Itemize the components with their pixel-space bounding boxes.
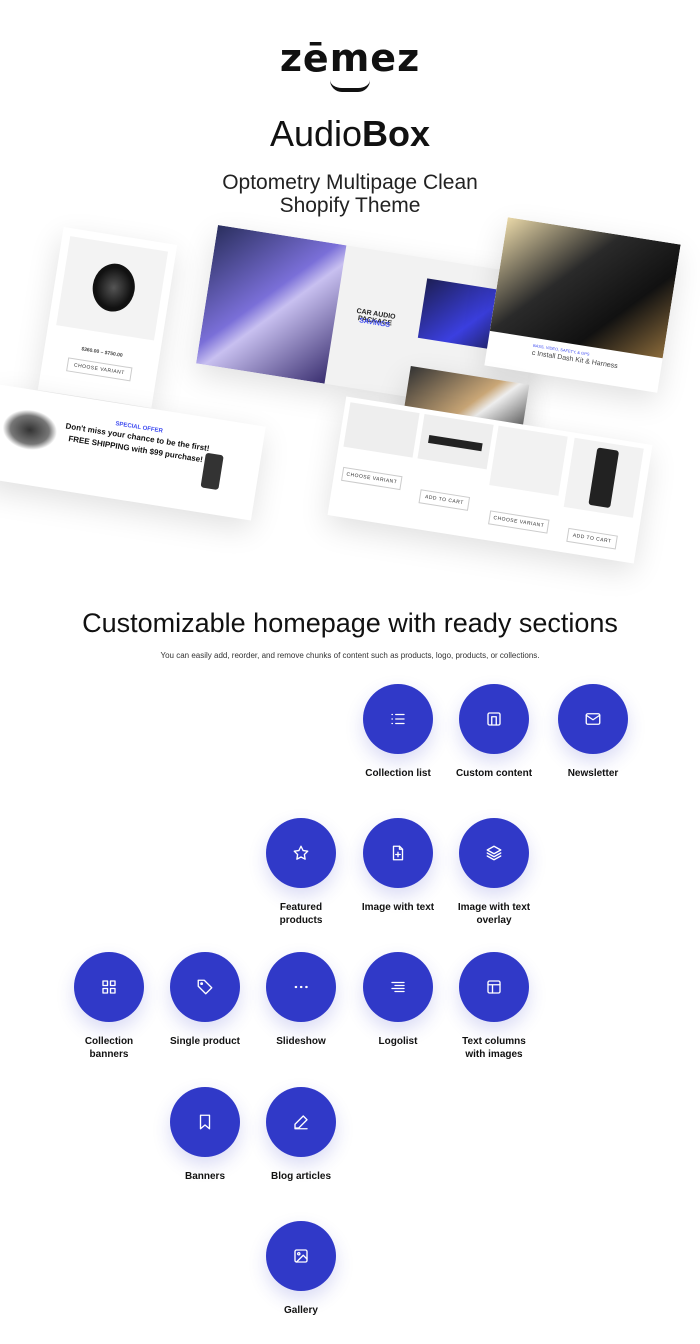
section-gallery[interactable]: Gallery — [246, 1221, 356, 1317]
sections-title: Customizable homepage with ready section… — [82, 608, 618, 638]
zemez-logo: zēmez — [279, 36, 421, 80]
grid-icon — [74, 952, 144, 1022]
section-label: Single product — [170, 1036, 240, 1047]
dots-icon — [266, 952, 336, 1022]
driver-image — [489, 217, 681, 359]
section-featured-products[interactable]: Featured products — [246, 818, 356, 927]
section-label: Slideshow — [276, 1036, 326, 1047]
section-image-with-text-overlay[interactable]: Image with text overlay — [439, 818, 549, 927]
choose-variant-button[interactable]: CHOOSE VARIANT — [488, 510, 550, 534]
dashcam-image — [200, 452, 224, 491]
section-label: Gallery — [284, 1305, 318, 1316]
product-card-subwoofer: $360.00 – $750.00 CHOOSE VARIANT — [37, 227, 178, 408]
section-newsletter[interactable]: Newsletter — [538, 684, 648, 780]
bookmark-icon — [170, 1087, 240, 1157]
section-label: Banners — [184, 1171, 225, 1182]
pencil-icon — [266, 1087, 336, 1157]
section-custom-content[interactable]: Custom content — [439, 684, 549, 780]
section-slideshow[interactable]: Slideshow — [246, 952, 356, 1048]
section-banners[interactable]: Banners — [150, 1087, 260, 1183]
columns-icon — [459, 952, 529, 1022]
sections-description: You can easily add, reorder, and remove … — [160, 651, 540, 660]
mail-icon — [558, 684, 628, 754]
add-to-cart-button[interactable]: ADD TO CART — [566, 527, 618, 550]
section-label: Collection banners — [84, 1036, 134, 1060]
subtitle-line-2: Shopify Theme — [279, 194, 421, 217]
product-thumb-4 — [563, 437, 644, 518]
product-thumb-1 — [343, 402, 420, 458]
title-bold: Box — [362, 113, 431, 154]
choose-variant-button[interactable]: CHOOSE VARIANT — [341, 466, 403, 491]
layers-icon — [459, 818, 529, 888]
product-price: $360.00 – $750.00 — [80, 346, 124, 359]
product-title: AudioBox — [0, 112, 700, 156]
list-icon — [363, 684, 433, 754]
section-label: Newsletter — [567, 768, 619, 779]
special-offer-banner: SPECIAL OFFER Don't miss your chance to … — [0, 384, 266, 521]
tag-icon — [170, 952, 240, 1022]
product-thumb-2 — [417, 413, 494, 470]
subwoofer-image — [56, 236, 169, 341]
section-label: Logolist — [378, 1036, 418, 1047]
speakers-image — [0, 405, 61, 454]
choose-variant-button[interactable]: CHOOSE VARIANT — [66, 357, 133, 382]
section-label: Featured products — [279, 902, 323, 926]
car-dashboard-image — [196, 225, 347, 384]
section-blog-articles[interactable]: Blog articles — [246, 1087, 356, 1183]
product-thumb-3 — [489, 425, 568, 496]
section-label: Custom content — [455, 768, 533, 779]
star-icon — [266, 818, 336, 888]
file-plus-icon — [363, 818, 433, 888]
layout-icon — [459, 684, 529, 754]
section-logolist[interactable]: Logolist — [343, 952, 453, 1048]
section-label: Collection list — [365, 768, 431, 779]
section-single-product[interactable]: Single product — [150, 952, 260, 1048]
align-icon — [363, 952, 433, 1022]
section-text-columns[interactable]: Text columns with images — [439, 952, 549, 1061]
add-to-cart-button[interactable]: ADD TO CART — [418, 489, 471, 511]
section-collection-banners[interactable]: Collection banners — [54, 952, 164, 1061]
section-label: Image with text overlay — [457, 902, 531, 926]
product-grid: CHOOSE VARIANT ADD TO CART CHOOSE VARIAN… — [327, 396, 653, 564]
product-subtitle: Optometry Multipage Clean Shopify Theme — [0, 171, 700, 217]
section-label: Text columns with images — [462, 1036, 526, 1060]
image-icon — [266, 1221, 336, 1291]
section-collection-list[interactable]: Collection list — [343, 684, 453, 780]
dash-kit-card: BASS, VIDEO, SAFETY, & GPS c Install Das… — [484, 217, 681, 393]
section-image-with-text[interactable]: Image with text — [343, 818, 453, 914]
section-label: Image with text — [361, 902, 435, 913]
logo-smile — [330, 80, 370, 92]
title-light: Audio — [269, 113, 363, 154]
subtitle-line-1: Optometry Multipage Clean — [222, 171, 478, 194]
section-label: Blog articles — [270, 1171, 332, 1182]
